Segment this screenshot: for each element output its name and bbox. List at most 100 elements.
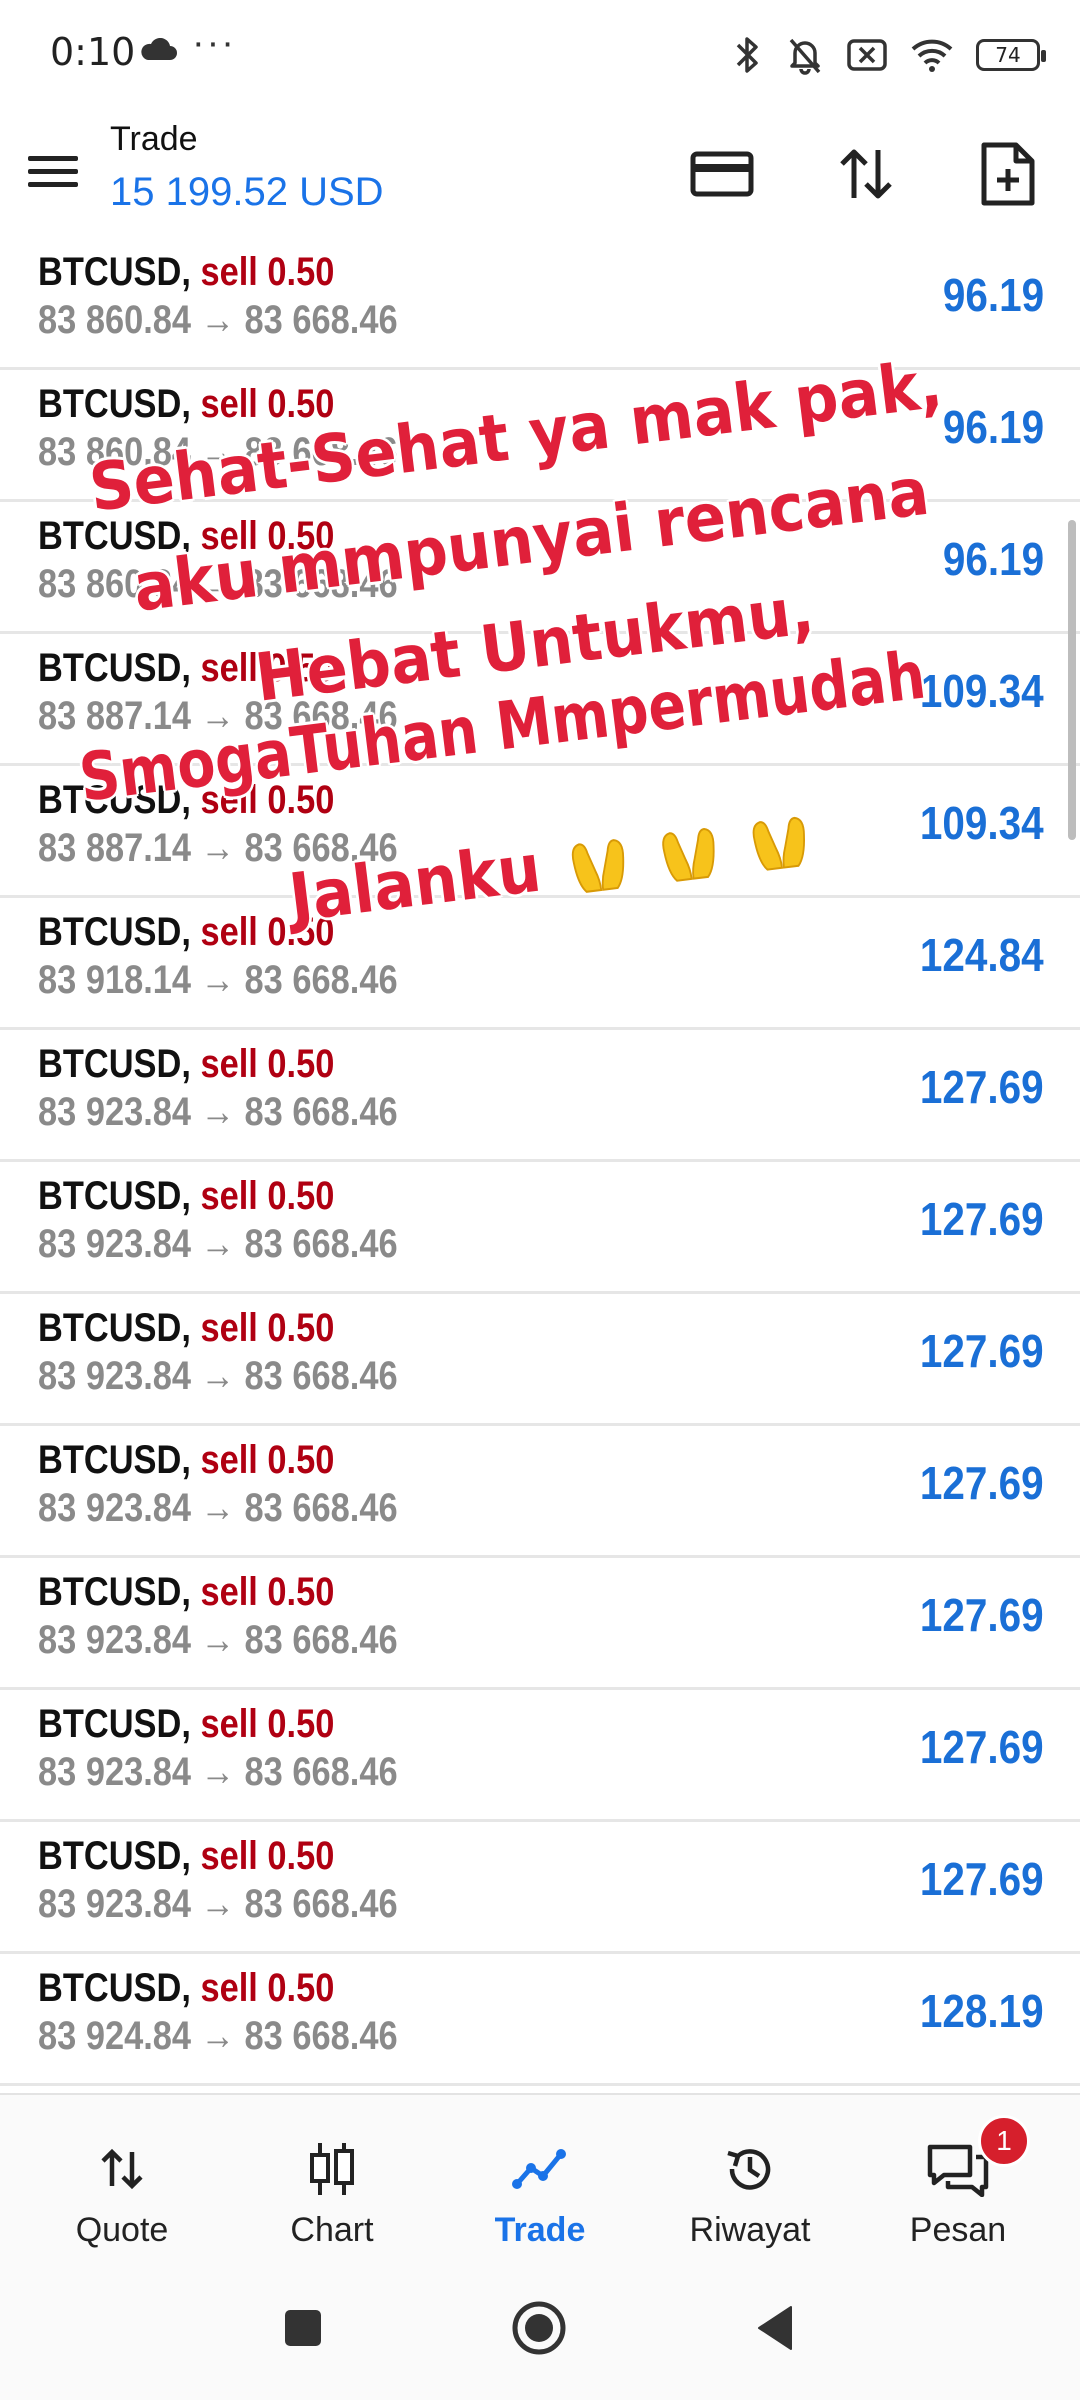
recents-button[interactable] (268, 2293, 338, 2363)
position-title: BTCUSD, sell 0.50 (38, 1042, 334, 1087)
position-side: sell 0.50 (200, 1702, 335, 1746)
position-profit: 127.69 (920, 1325, 1044, 1377)
nav-messages[interactable]: 1 Pesan (850, 2095, 1066, 2255)
position-prices: 83 860.84 → 83 668.46 (38, 430, 398, 474)
home-button[interactable] (504, 2293, 574, 2363)
new-order-button[interactable] (972, 138, 1044, 210)
position-prices: 83 924.84 → 83 668.46 (38, 2014, 398, 2058)
position-side: sell 0.50 (200, 646, 335, 690)
status-bar: 0:10 ··· 74 (0, 0, 1080, 108)
position-row[interactable]: BTCUSD, sell 0.50 83 860.84 → 83 668.46 96… (0, 370, 1080, 502)
position-row[interactable]: BTCUSD, sell 0.50 83 923.84 → 83 668.46 12… (0, 1822, 1080, 1954)
nav-chart-label: Chart (290, 2211, 374, 2249)
position-prices: 83 860.84 → 83 668.46 (38, 562, 398, 606)
position-side: sell 0.50 (200, 1834, 335, 1878)
menu-icon (28, 156, 78, 161)
bluetooth-icon (736, 37, 758, 73)
position-row[interactable]: BTCUSD, sell 0.50 83 860.84 → 83 668.46 96… (0, 502, 1080, 634)
position-title: BTCUSD, sell 0.50 (38, 1570, 334, 1615)
position-symbol: BTCUSD, (38, 1570, 191, 1614)
position-prices: 83 887.14 → 83 668.46 (38, 826, 398, 870)
card-icon (690, 151, 754, 197)
position-row[interactable]: BTCUSD, sell 0.50 83 924.84 → 83 668.46 12… (0, 1954, 1080, 2086)
overflow-dots: ··· (192, 22, 236, 64)
nav-chart[interactable]: Chart (224, 2095, 440, 2255)
position-row[interactable]: BTCUSD, sell 0.50 83 860.84 → 83 668.46 96… (0, 238, 1080, 370)
quote-arrows-icon (101, 2148, 143, 2190)
position-symbol: BTCUSD, (38, 1306, 191, 1350)
app-header: Trade 15 199.52 USD (0, 108, 1080, 238)
position-row[interactable]: BTCUSD, sell 0.50 83 923.84 → 83 668.46 12… (0, 1294, 1080, 1426)
position-profit: 96.19 (942, 401, 1044, 453)
position-symbol: BTCUSD, (38, 1834, 191, 1878)
nav-quote-label: Quote (75, 2211, 169, 2249)
nav-trade[interactable]: Trade (432, 2095, 648, 2255)
position-side: sell 0.50 (200, 778, 335, 822)
nav-history[interactable]: Riwayat (642, 2095, 858, 2255)
nav-messages-label: Pesan (909, 2211, 1007, 2249)
position-profit: 127.69 (920, 1721, 1044, 1773)
position-side: sell 0.50 (200, 1570, 335, 1614)
history-clock-icon (727, 2149, 771, 2190)
candlestick-chart-icon (310, 2143, 354, 2195)
position-title: BTCUSD, sell 0.50 (38, 1966, 334, 2011)
position-symbol: BTCUSD, (38, 1702, 191, 1746)
bell-off-icon (789, 38, 821, 75)
position-row[interactable]: BTCUSD, sell 0.50 83 923.84 → 83 668.46 12… (0, 1162, 1080, 1294)
position-symbol: BTCUSD, (38, 514, 191, 558)
new-document-icon (981, 142, 1035, 206)
position-side: sell 0.50 (200, 382, 335, 426)
square-icon (285, 2310, 321, 2346)
position-profit: 124.84 (920, 929, 1044, 981)
position-title: BTCUSD, sell 0.50 (38, 514, 334, 559)
position-row[interactable]: BTCUSD, sell 0.50 83 887.14 → 83 668.46 10… (0, 634, 1080, 766)
position-profit: 127.69 (920, 1589, 1044, 1641)
deposit-button[interactable] (686, 138, 758, 210)
position-profit: 127.69 (920, 1193, 1044, 1245)
position-title: BTCUSD, sell 0.50 (38, 778, 334, 823)
positions-list[interactable]: BTCUSD, sell 0.50 83 860.84 → 83 668.46 96… (0, 238, 1080, 2093)
position-prices: 83 860.84 → 83 668.46 (38, 298, 398, 342)
position-symbol: BTCUSD, (38, 910, 191, 954)
nav-quote[interactable]: Quote (14, 2095, 230, 2255)
position-prices: 83 923.84 → 83 668.46 (38, 1486, 398, 1530)
scrollbar[interactable] (1068, 520, 1076, 840)
position-prices: 83 923.84 → 83 668.46 (38, 1750, 398, 1794)
position-prices: 83 923.84 → 83 668.46 (38, 1882, 398, 1926)
position-side: sell 0.50 (200, 910, 335, 954)
position-profit: 127.69 (920, 1061, 1044, 1113)
position-prices: 83 923.84 → 83 668.46 (38, 1222, 398, 1266)
nav-trade-label: Trade (494, 2211, 586, 2249)
position-title: BTCUSD, sell 0.50 (38, 646, 334, 691)
position-profit: 127.69 (920, 1457, 1044, 1509)
trade-line-icon (512, 2149, 566, 2189)
account-balance: 15 199.52 USD (110, 170, 384, 214)
position-profit: 127.69 (920, 1853, 1044, 1905)
position-side: sell 0.50 (200, 1438, 335, 1482)
position-prices: 83 887.14 → 83 668.46 (38, 694, 398, 738)
position-symbol: BTCUSD, (38, 778, 191, 822)
position-side: sell 0.50 (200, 1042, 335, 1086)
menu-button[interactable] (28, 148, 82, 198)
battery-icon: 74 (976, 39, 1046, 71)
page-title: Trade (110, 120, 198, 158)
position-row[interactable]: BTCUSD, sell 0.50 83 887.14 → 83 668.46 10… (0, 766, 1080, 898)
status-time: 0:10 (50, 30, 136, 74)
home-circle-icon (512, 2301, 566, 2355)
position-profit: 128.19 (920, 1985, 1044, 2037)
sort-button[interactable] (830, 138, 902, 210)
no-sim-icon (847, 39, 887, 71)
position-title: BTCUSD, sell 0.50 (38, 1702, 334, 1747)
position-side: sell 0.50 (200, 514, 335, 558)
position-title: BTCUSD, sell 0.50 (38, 382, 334, 427)
back-button[interactable] (740, 2293, 810, 2363)
cloud-icon (141, 38, 177, 60)
position-row[interactable]: BTCUSD, sell 0.50 83 923.84 → 83 668.46 12… (0, 1030, 1080, 1162)
position-row[interactable]: BTCUSD, sell 0.50 83 923.84 → 83 668.46 12… (0, 1690, 1080, 1822)
position-row[interactable]: BTCUSD, sell 0.50 83 923.84 → 83 668.46 12… (0, 1558, 1080, 1690)
position-symbol: BTCUSD, (38, 1438, 191, 1482)
position-prices: 83 918.14 → 83 668.46 (38, 958, 398, 1002)
wifi-icon (911, 39, 953, 72)
position-row[interactable]: BTCUSD, sell 0.50 83 923.84 → 83 668.46 12… (0, 1426, 1080, 1558)
position-row[interactable]: BTCUSD, sell 0.50 83 918.14 → 83 668.46 12… (0, 898, 1080, 1030)
